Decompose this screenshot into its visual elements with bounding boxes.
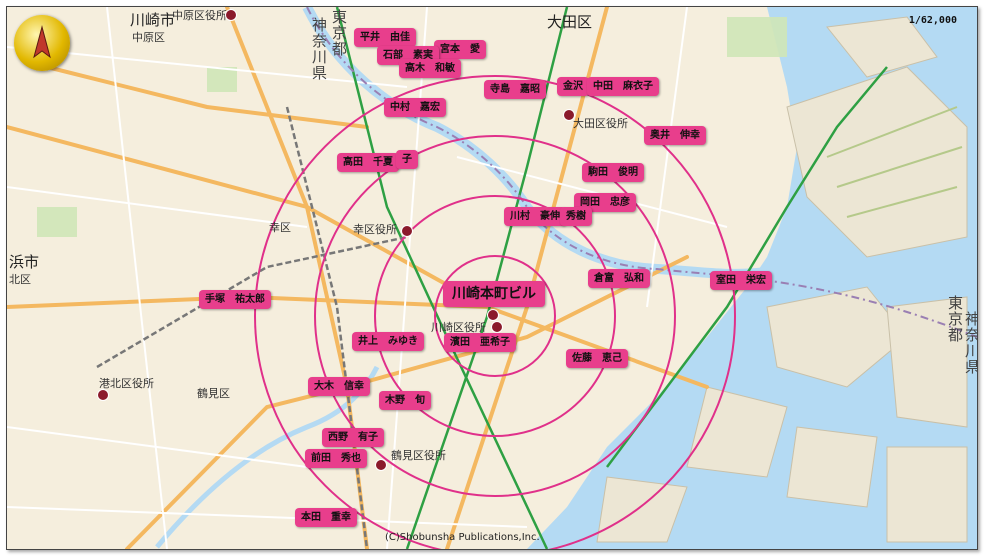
place-label: 港北区役所	[99, 377, 154, 390]
person-tag[interactable]: 中田 麻衣子	[587, 77, 659, 96]
center-building-tag[interactable]: 川崎本町ビル	[443, 281, 545, 307]
place-label: 大田区役所	[573, 117, 628, 130]
map-frame: 川崎市 中原区 中原区役所 大田区 大田区役所 幸区 幸区役所 川崎区役所 浜市…	[6, 6, 978, 550]
person-tag[interactable]: 佐藤 恵己	[566, 349, 628, 368]
person-tag[interactable]: 宮本 愛	[434, 40, 486, 59]
person-tag[interactable]: 金沢	[557, 77, 589, 96]
office-marker[interactable]	[487, 309, 499, 321]
person-tag[interactable]: 秀樹	[560, 207, 592, 226]
copyright-notice: (C)Shobunsha Publications,Inc.	[385, 532, 540, 543]
person-tag[interactable]: 川村 豪伸	[504, 207, 566, 226]
place-label: 幸区	[269, 221, 291, 234]
compass-icon[interactable]	[14, 15, 70, 71]
person-tag[interactable]: 奥井 伸幸	[644, 126, 706, 145]
place-label: 東京都	[330, 9, 348, 57]
person-tag[interactable]: 木野 旬	[379, 391, 431, 410]
person-tag[interactable]: 大木 信幸	[308, 377, 370, 396]
person-tag[interactable]: 寺島 嘉昭	[484, 80, 546, 99]
place-label: 北区	[9, 273, 31, 286]
office-marker[interactable]	[375, 459, 387, 471]
office-marker[interactable]	[225, 9, 237, 21]
office-marker[interactable]	[401, 225, 413, 237]
office-marker[interactable]	[97, 389, 109, 401]
person-tag[interactable]: 手塚 祐太郎	[199, 290, 271, 309]
office-marker[interactable]	[563, 109, 575, 121]
place-label: 神奈川県	[963, 311, 978, 375]
person-tag[interactable]: 室田 栄宏	[710, 271, 772, 290]
person-tag[interactable]: 中村 嘉宏	[384, 98, 446, 117]
person-tag[interactable]: 井上 みゆき	[352, 332, 424, 351]
place-label: 中原区役所	[172, 9, 227, 22]
person-tag[interactable]: 子	[396, 150, 418, 169]
person-tag[interactable]: 倉富 弘和	[588, 269, 650, 288]
person-tag[interactable]: 平井 由佳	[354, 28, 416, 47]
person-tag[interactable]: 濱田 亜希子	[444, 333, 516, 352]
north-arrow-icon	[33, 25, 51, 59]
place-label: 幸区役所	[353, 223, 397, 236]
place-label: 川崎市	[130, 11, 176, 29]
place-label: 神奈川県	[310, 17, 328, 81]
person-tag[interactable]: 高田 千夏	[337, 153, 399, 172]
place-label: 大田区	[547, 13, 593, 31]
person-tag[interactable]: 高木 和敏	[399, 59, 461, 78]
office-marker[interactable]	[491, 321, 503, 333]
person-tag[interactable]: 駒田 俊明	[582, 163, 644, 182]
place-label: 鶴見区役所	[391, 449, 446, 462]
place-label: 中原区	[132, 31, 165, 44]
person-tag[interactable]: 西野 有子	[322, 428, 384, 447]
place-label: 浜市	[9, 253, 40, 271]
scale-indicator: 1/62,000	[908, 15, 957, 26]
person-tag[interactable]: 本田 重幸	[295, 508, 357, 527]
place-label: 鶴見区	[197, 387, 230, 400]
person-tag[interactable]: 前田 秀也	[305, 449, 367, 468]
